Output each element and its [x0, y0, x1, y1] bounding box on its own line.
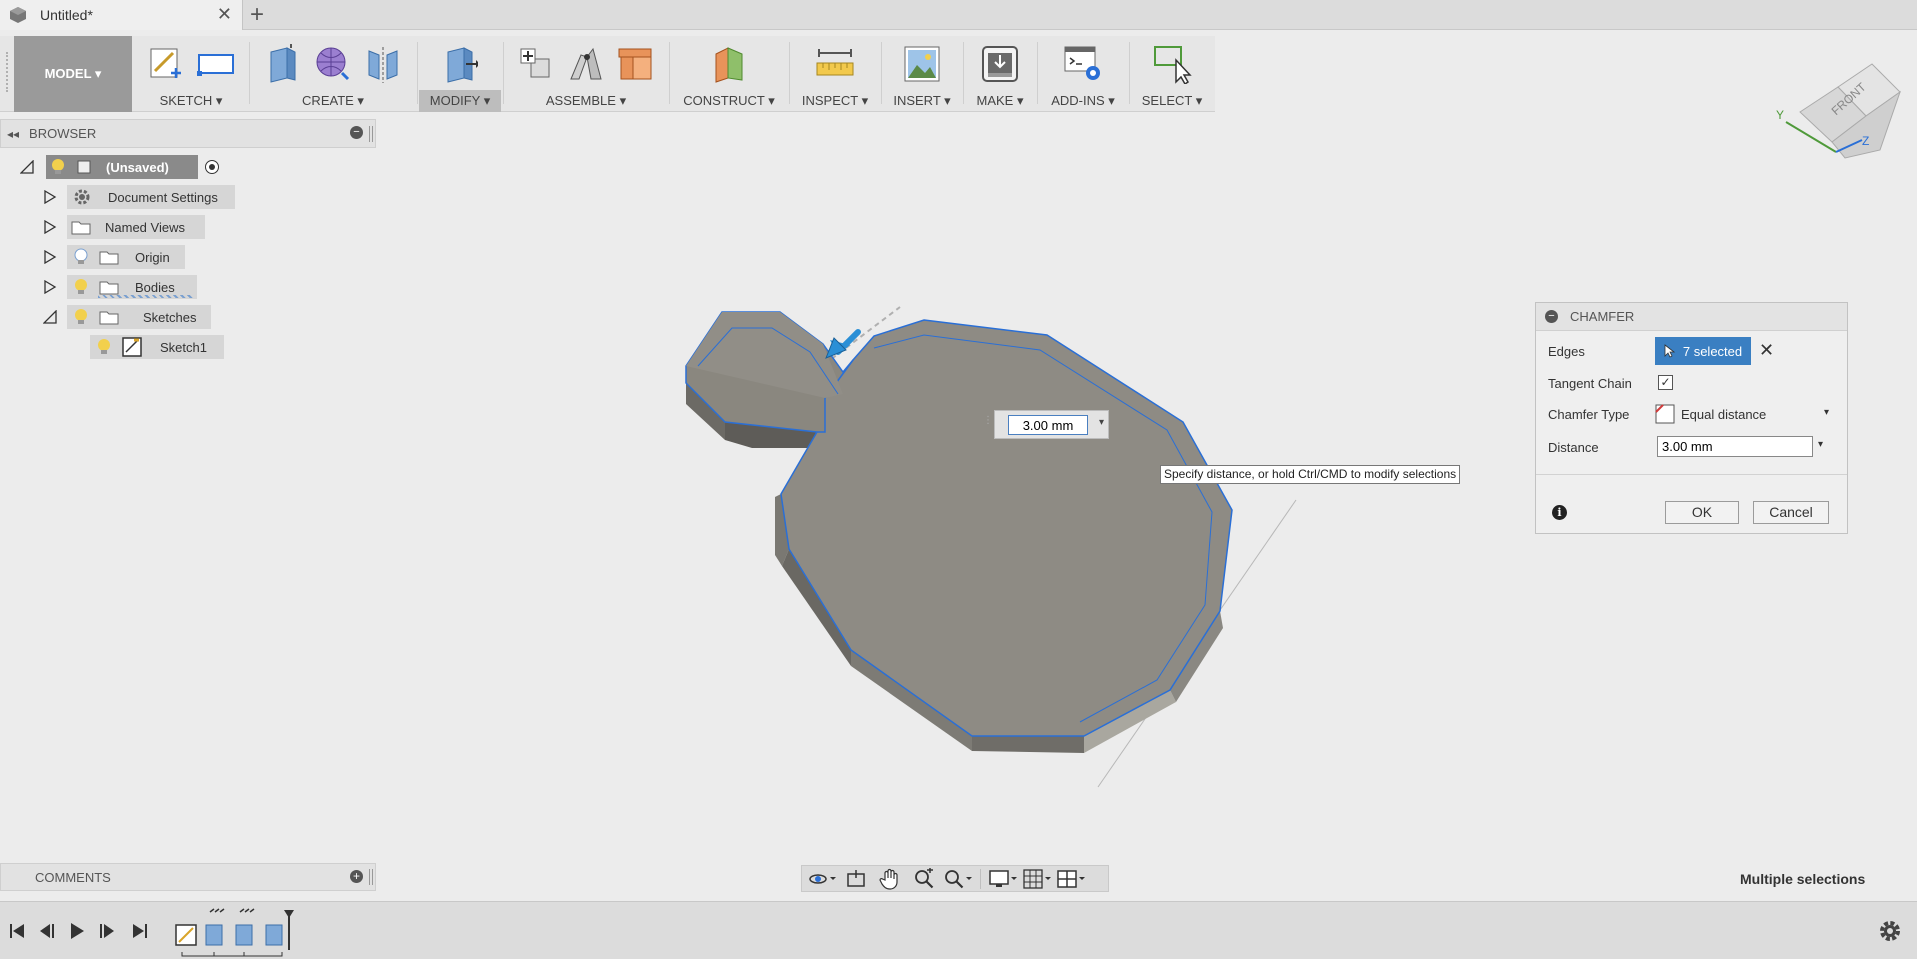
add-comment-icon[interactable]: + — [350, 870, 363, 883]
chamfer-type-value: Equal distance — [1681, 406, 1767, 422]
navigation-bar — [801, 865, 1109, 892]
chamfer-dialog: − CHAMFER Edges 7 selected ✕ Tangent Cha… — [1535, 302, 1848, 534]
drag-grip-icon[interactable]: ⋮ — [983, 415, 993, 426]
viewports-icon[interactable] — [1055, 867, 1087, 891]
ok-button[interactable]: OK — [1665, 501, 1739, 524]
timeline-features[interactable] — [174, 908, 300, 958]
comments-title: COMMENTS — [35, 869, 111, 885]
clear-selection-icon[interactable]: ✕ — [1759, 340, 1774, 361]
dialog-divider — [1536, 474, 1847, 475]
distance-manipulator-input[interactable] — [1008, 415, 1088, 435]
cursor-icon — [1664, 344, 1675, 358]
equal-distance-icon — [1655, 404, 1675, 424]
go-to-end-icon[interactable] — [128, 919, 152, 943]
chamfer-dialog-header[interactable]: − CHAMFER — [1536, 303, 1847, 331]
distance-manipulator-box: ⋮ ▾ — [983, 410, 1109, 439]
go-to-start-icon[interactable] — [5, 919, 29, 943]
edges-selection-count: 7 selected — [1682, 343, 1743, 359]
distance-label: Distance — [1548, 439, 1599, 455]
cancel-button[interactable]: Cancel — [1753, 501, 1829, 524]
timeline-bar — [0, 901, 1917, 959]
chamfer-dialog-title: CHAMFER — [1570, 309, 1635, 324]
grid-snaps-icon[interactable] — [1021, 867, 1053, 891]
zoom-window-icon[interactable] — [942, 867, 974, 891]
chevron-down-icon: ▾ — [1823, 407, 1829, 418]
orbit-icon[interactable] — [806, 867, 838, 891]
tangent-chain-label: Tangent Chain — [1548, 375, 1632, 391]
step-back-icon[interactable] — [35, 919, 59, 943]
edges-label: Edges — [1548, 343, 1585, 359]
play-icon[interactable] — [65, 919, 89, 943]
dock-handle-icon[interactable] — [369, 869, 373, 885]
chevron-down-icon[interactable]: ▾ — [1818, 439, 1823, 450]
view-cube-z-axis: Z — [1862, 134, 1870, 148]
display-settings-icon[interactable] — [987, 867, 1019, 891]
info-icon[interactable]: i — [1552, 505, 1567, 520]
selection-status: Multiple selections — [1740, 871, 1866, 887]
comments-panel-header[interactable]: COMMENTS + — [0, 863, 376, 891]
view-cube-y-axis: Y — [1776, 108, 1785, 122]
collapse-dialog-icon[interactable]: − — [1545, 310, 1558, 323]
look-at-icon[interactable] — [840, 867, 872, 891]
zoom-icon[interactable] — [908, 867, 940, 891]
tangent-chain-checkbox[interactable]: ✓ — [1658, 375, 1673, 390]
step-forward-icon[interactable] — [95, 919, 119, 943]
distance-input[interactable] — [1657, 436, 1813, 457]
chevron-down-icon[interactable]: ▾ — [1099, 417, 1104, 428]
edges-selection-button[interactable]: 7 selected — [1655, 337, 1751, 365]
chamfer-type-select[interactable]: Equal distance ▾ — [1655, 402, 1831, 426]
distance-tooltip: Specify distance, or hold Ctrl/CMD to mo… — [1160, 465, 1461, 484]
timeline-settings-gear-icon[interactable] — [1877, 918, 1903, 944]
chamfer-type-label: Chamfer Type — [1548, 406, 1630, 422]
pan-hand-icon[interactable] — [874, 867, 906, 891]
manipulator-arrow-icon[interactable] — [825, 329, 861, 359]
